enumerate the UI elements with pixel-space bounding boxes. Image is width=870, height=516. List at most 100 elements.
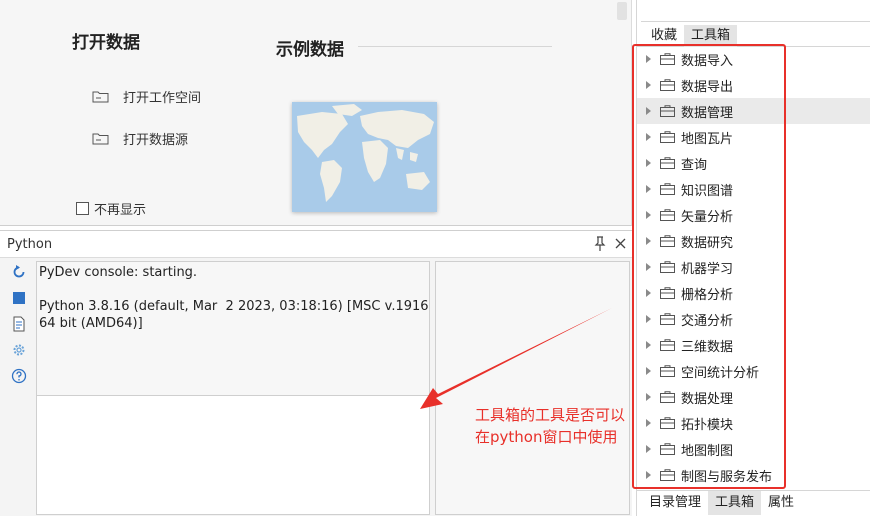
toolbox-item-label: 交通分析 bbox=[681, 313, 734, 329]
toolbox-item-label: 栅格分析 bbox=[681, 287, 734, 303]
python-panel-header: Python bbox=[0, 231, 632, 258]
expand-arrow-icon[interactable] bbox=[646, 263, 651, 271]
toolbox-icon bbox=[660, 79, 675, 91]
tab-toolbox-top[interactable]: 工具箱 bbox=[684, 25, 738, 47]
toolbox-tree-item[interactable]: 机器学习 bbox=[637, 254, 870, 280]
python-side-pane bbox=[435, 261, 630, 515]
toolbox-tree-item[interactable]: 栅格分析 bbox=[637, 280, 870, 306]
open-datasource-link[interactable]: 打开数据源 bbox=[92, 129, 188, 148]
console-line: Python 3.8.16 (default, Mar 2 2023, 03:1… bbox=[39, 299, 433, 331]
expand-arrow-icon[interactable] bbox=[646, 133, 651, 141]
console-input[interactable] bbox=[36, 395, 430, 515]
open-workspace-label: 打开工作空间 bbox=[123, 91, 202, 106]
expand-arrow-icon[interactable] bbox=[646, 315, 651, 323]
world-map-image bbox=[292, 102, 437, 212]
right-dock-top-area bbox=[641, 0, 870, 22]
tab-favorites[interactable]: 收藏 bbox=[637, 25, 684, 47]
expand-arrow-icon[interactable] bbox=[646, 445, 651, 453]
start-page: 打开数据 示例数据 打开工作空间 打开数据源 不再显示 bbox=[0, 0, 632, 226]
toolbox-tree-item[interactable]: 数据导入 bbox=[637, 46, 870, 72]
toolbox-icon bbox=[660, 339, 675, 351]
python-panel: Python PyDev console: starting. Python 3… bbox=[0, 230, 632, 516]
toolbox-tree-item[interactable]: 三维数据 bbox=[637, 332, 870, 358]
gear-icon[interactable] bbox=[11, 342, 27, 358]
expand-arrow-icon[interactable] bbox=[646, 289, 651, 297]
toolbox-icon bbox=[660, 313, 675, 325]
expand-arrow-icon[interactable] bbox=[646, 367, 651, 375]
expand-arrow-icon[interactable] bbox=[646, 393, 651, 401]
toolbox-item-label: 制图与服务发布 bbox=[681, 469, 773, 485]
toolbox-icon bbox=[660, 209, 675, 221]
example-data-title: 示例数据 bbox=[276, 40, 344, 60]
open-workspace-link[interactable]: 打开工作空间 bbox=[92, 87, 201, 106]
toolbox-icon bbox=[660, 417, 675, 429]
toolbox-item-label: 地图瓦片 bbox=[681, 131, 734, 147]
stop-icon[interactable] bbox=[11, 290, 27, 306]
document-icon[interactable] bbox=[11, 316, 27, 332]
toolbox-icon bbox=[660, 391, 675, 403]
tab-toolbox-bottom[interactable]: 工具箱 bbox=[708, 491, 762, 515]
expand-arrow-icon[interactable] bbox=[646, 107, 651, 115]
toolbox-item-label: 机器学习 bbox=[681, 261, 734, 277]
toolbox-item-label: 数据研究 bbox=[681, 235, 734, 251]
top-tab-bar: 收藏 工具箱 bbox=[637, 25, 870, 47]
toolbox-tree-item[interactable]: 数据处理 bbox=[637, 384, 870, 410]
toolbox-item-label: 查询 bbox=[681, 157, 708, 173]
expand-arrow-icon[interactable] bbox=[646, 55, 651, 63]
expand-arrow-icon[interactable] bbox=[646, 341, 651, 349]
toolbox-item-label: 拓扑模块 bbox=[681, 417, 734, 433]
toolbox-icon bbox=[660, 365, 675, 377]
toolbox-tree-item[interactable]: 拓扑模块 bbox=[637, 410, 870, 436]
expand-arrow-icon[interactable] bbox=[646, 471, 651, 479]
toolbox-tree-item[interactable]: 制图与服务发布 bbox=[637, 462, 870, 488]
tab-catalog[interactable]: 目录管理 bbox=[637, 491, 708, 515]
toolbox-tree-item[interactable]: 交通分析 bbox=[637, 306, 870, 332]
refresh-icon[interactable] bbox=[11, 264, 27, 280]
toolbox-item-label: 矢量分析 bbox=[681, 209, 734, 225]
toolbox-icon bbox=[660, 443, 675, 455]
expand-arrow-icon[interactable] bbox=[646, 419, 651, 427]
help-icon[interactable] bbox=[11, 368, 27, 384]
toolbox-icon bbox=[660, 287, 675, 299]
python-panel-title: Python bbox=[7, 237, 53, 252]
open-datasource-label: 打开数据源 bbox=[123, 133, 189, 148]
toolbox-icon bbox=[660, 261, 675, 273]
toolbox-item-label: 空间统计分析 bbox=[681, 365, 760, 381]
toolbox-icon bbox=[660, 53, 675, 65]
tab-properties[interactable]: 属性 bbox=[761, 491, 801, 515]
console-line bbox=[39, 281, 429, 298]
toolbox-tree-item[interactable]: 地图瓦片 bbox=[637, 124, 870, 150]
toolbox-tree-item[interactable]: 空间统计分析 bbox=[637, 358, 870, 384]
toolbox-item-label: 数据导入 bbox=[681, 53, 734, 69]
toolbox-item-label: 三维数据 bbox=[681, 339, 734, 355]
expand-arrow-icon[interactable] bbox=[646, 237, 651, 245]
toolbox-tree-item[interactable]: 地图制图 bbox=[637, 436, 870, 462]
toolbox-tree-item[interactable]: 数据管理 bbox=[637, 98, 870, 124]
toolbox-item-label: 数据管理 bbox=[681, 105, 734, 121]
folder-icon bbox=[92, 132, 109, 145]
toolbox-icon bbox=[660, 157, 675, 169]
open-data-title: 打开数据 bbox=[72, 33, 140, 53]
expand-arrow-icon[interactable] bbox=[646, 185, 651, 193]
toolbox-icon bbox=[660, 131, 675, 143]
close-icon[interactable] bbox=[614, 237, 627, 250]
toolbox-item-label: 知识图谱 bbox=[681, 183, 734, 199]
toolbox-tree-item[interactable]: 数据导出 bbox=[637, 72, 870, 98]
toolbox-tree-item[interactable]: 查询 bbox=[637, 150, 870, 176]
toolbox-item-label: 地图制图 bbox=[681, 443, 734, 459]
expand-arrow-icon[interactable] bbox=[646, 211, 651, 219]
toolbox-icon bbox=[660, 235, 675, 247]
toolbox-tree-item[interactable]: 知识图谱 bbox=[637, 176, 870, 202]
expand-arrow-icon[interactable] bbox=[646, 159, 651, 167]
start-page-scrollbar[interactable] bbox=[617, 2, 627, 20]
toolbox-tree-item[interactable]: 矢量分析 bbox=[637, 202, 870, 228]
dont-show-checkbox[interactable] bbox=[76, 202, 89, 215]
right-dock: 收藏 工具箱 数据导入数据导出数据管理地图瓦片查询知识图谱矢量分析数据研究机器学… bbox=[636, 0, 870, 516]
dont-show-label: 不再显示 bbox=[94, 203, 147, 218]
example-map-thumbnail[interactable] bbox=[292, 102, 437, 212]
bottom-tab-bar: 目录管理 工具箱 属性 bbox=[637, 490, 870, 516]
dont-show-again[interactable]: 不再显示 bbox=[76, 199, 146, 218]
expand-arrow-icon[interactable] bbox=[646, 81, 651, 89]
pin-icon[interactable] bbox=[594, 236, 606, 252]
toolbox-tree-item[interactable]: 数据研究 bbox=[637, 228, 870, 254]
